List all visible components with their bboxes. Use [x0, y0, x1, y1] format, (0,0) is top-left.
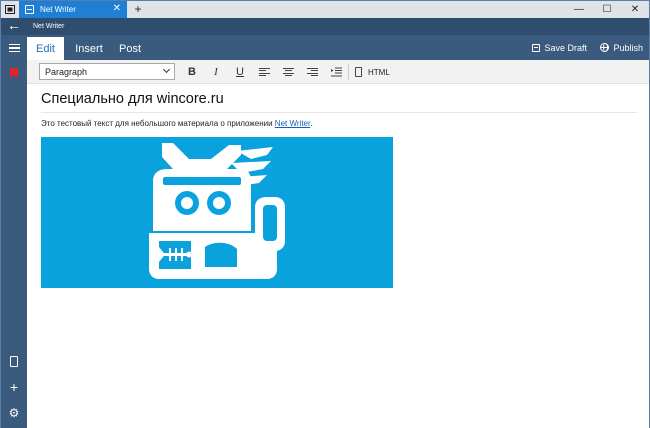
italic-button[interactable]: I	[208, 64, 224, 80]
tab-close-icon[interactable]: ✕	[113, 3, 121, 15]
toolbar-separator	[348, 64, 349, 80]
app-title-bar: Net Writer	[1, 18, 649, 35]
new-tab-button[interactable]: +	[131, 1, 145, 18]
post-body-paragraph[interactable]: Это тестовый текст для небольшого матери…	[41, 119, 312, 128]
post-image[interactable]	[41, 137, 393, 288]
net-writer-link[interactable]: Net Writer	[275, 119, 310, 128]
tab-title: Net Writer	[40, 5, 76, 14]
plus-icon: +	[9, 379, 19, 395]
document-icon	[355, 67, 362, 77]
app-title: Net Writer	[33, 23, 65, 30]
back-arrow-icon: ←	[7, 17, 21, 33]
hamburger-icon	[8, 42, 20, 55]
post-title[interactable]: Специально для wincore.ru	[41, 91, 637, 113]
publish-button[interactable]: Publish	[600, 37, 643, 58]
align-right-button[interactable]	[304, 64, 320, 80]
list-indent-icon	[330, 67, 342, 77]
menu-button[interactable]	[1, 36, 27, 60]
settings-button[interactable]: ⚙	[1, 401, 27, 425]
tab-edit[interactable]: Edit	[27, 37, 64, 60]
bookmark-icon	[10, 67, 18, 79]
align-left-button[interactable]	[256, 64, 272, 80]
publish-label: Publish	[613, 42, 643, 53]
left-rail: + ⚙	[1, 35, 27, 428]
ribbon-header: Edit Insert Post Save Draft Publish	[27, 35, 649, 60]
list-button[interactable]	[328, 64, 344, 80]
align-center-button[interactable]	[280, 64, 296, 80]
save-icon	[532, 43, 541, 52]
maximize-button[interactable]: ☐	[593, 1, 621, 18]
net-writer-tab-icon	[25, 5, 34, 14]
device-button[interactable]	[1, 349, 27, 373]
chevron-down-icon	[162, 65, 171, 74]
tab-insert[interactable]: Insert	[71, 37, 107, 60]
phone-icon	[10, 355, 18, 367]
body-text-end: .	[310, 119, 313, 128]
app-window: Net Writer ✕ + — ☐ ✕ Net Writer ← + ⚙ Ed…	[0, 0, 650, 428]
bold-button[interactable]: B	[184, 64, 200, 80]
align-right-icon	[306, 67, 318, 77]
window-controls: — ☐ ✕	[565, 1, 649, 18]
align-center-icon	[282, 67, 294, 77]
save-draft-label: Save Draft	[544, 42, 587, 53]
minimize-button[interactable]: —	[565, 1, 593, 18]
paragraph-style-dropdown[interactable]: Paragraph	[39, 63, 175, 80]
paragraph-style-value: Paragraph	[45, 66, 88, 77]
html-label: HTML	[368, 67, 390, 77]
close-button[interactable]: ✕	[621, 1, 649, 18]
add-button[interactable]: +	[1, 375, 27, 399]
tab-strip: Net Writer ✕ + — ☐ ✕	[1, 1, 649, 18]
back-button[interactable]: ←	[1, 15, 27, 35]
html-button[interactable]: HTML	[355, 64, 390, 80]
body-text-start: Это тестовый текст для небольшого матери…	[41, 119, 275, 128]
bookmark-button[interactable]	[1, 61, 27, 85]
formatting-toolbar: Paragraph B I U HTML	[27, 60, 649, 84]
underline-button[interactable]: U	[232, 64, 248, 80]
editor-area[interactable]: Специально для wincore.ru Это тестовый т…	[27, 84, 649, 428]
tab-net-writer[interactable]: Net Writer ✕	[19, 1, 127, 18]
align-left-icon	[258, 67, 270, 77]
save-draft-button[interactable]: Save Draft	[532, 37, 587, 58]
tab-post[interactable]: Post	[117, 37, 143, 60]
globe-icon	[600, 43, 610, 52]
gear-icon: ⚙	[8, 406, 20, 420]
cat-mascot-icon	[149, 143, 285, 279]
